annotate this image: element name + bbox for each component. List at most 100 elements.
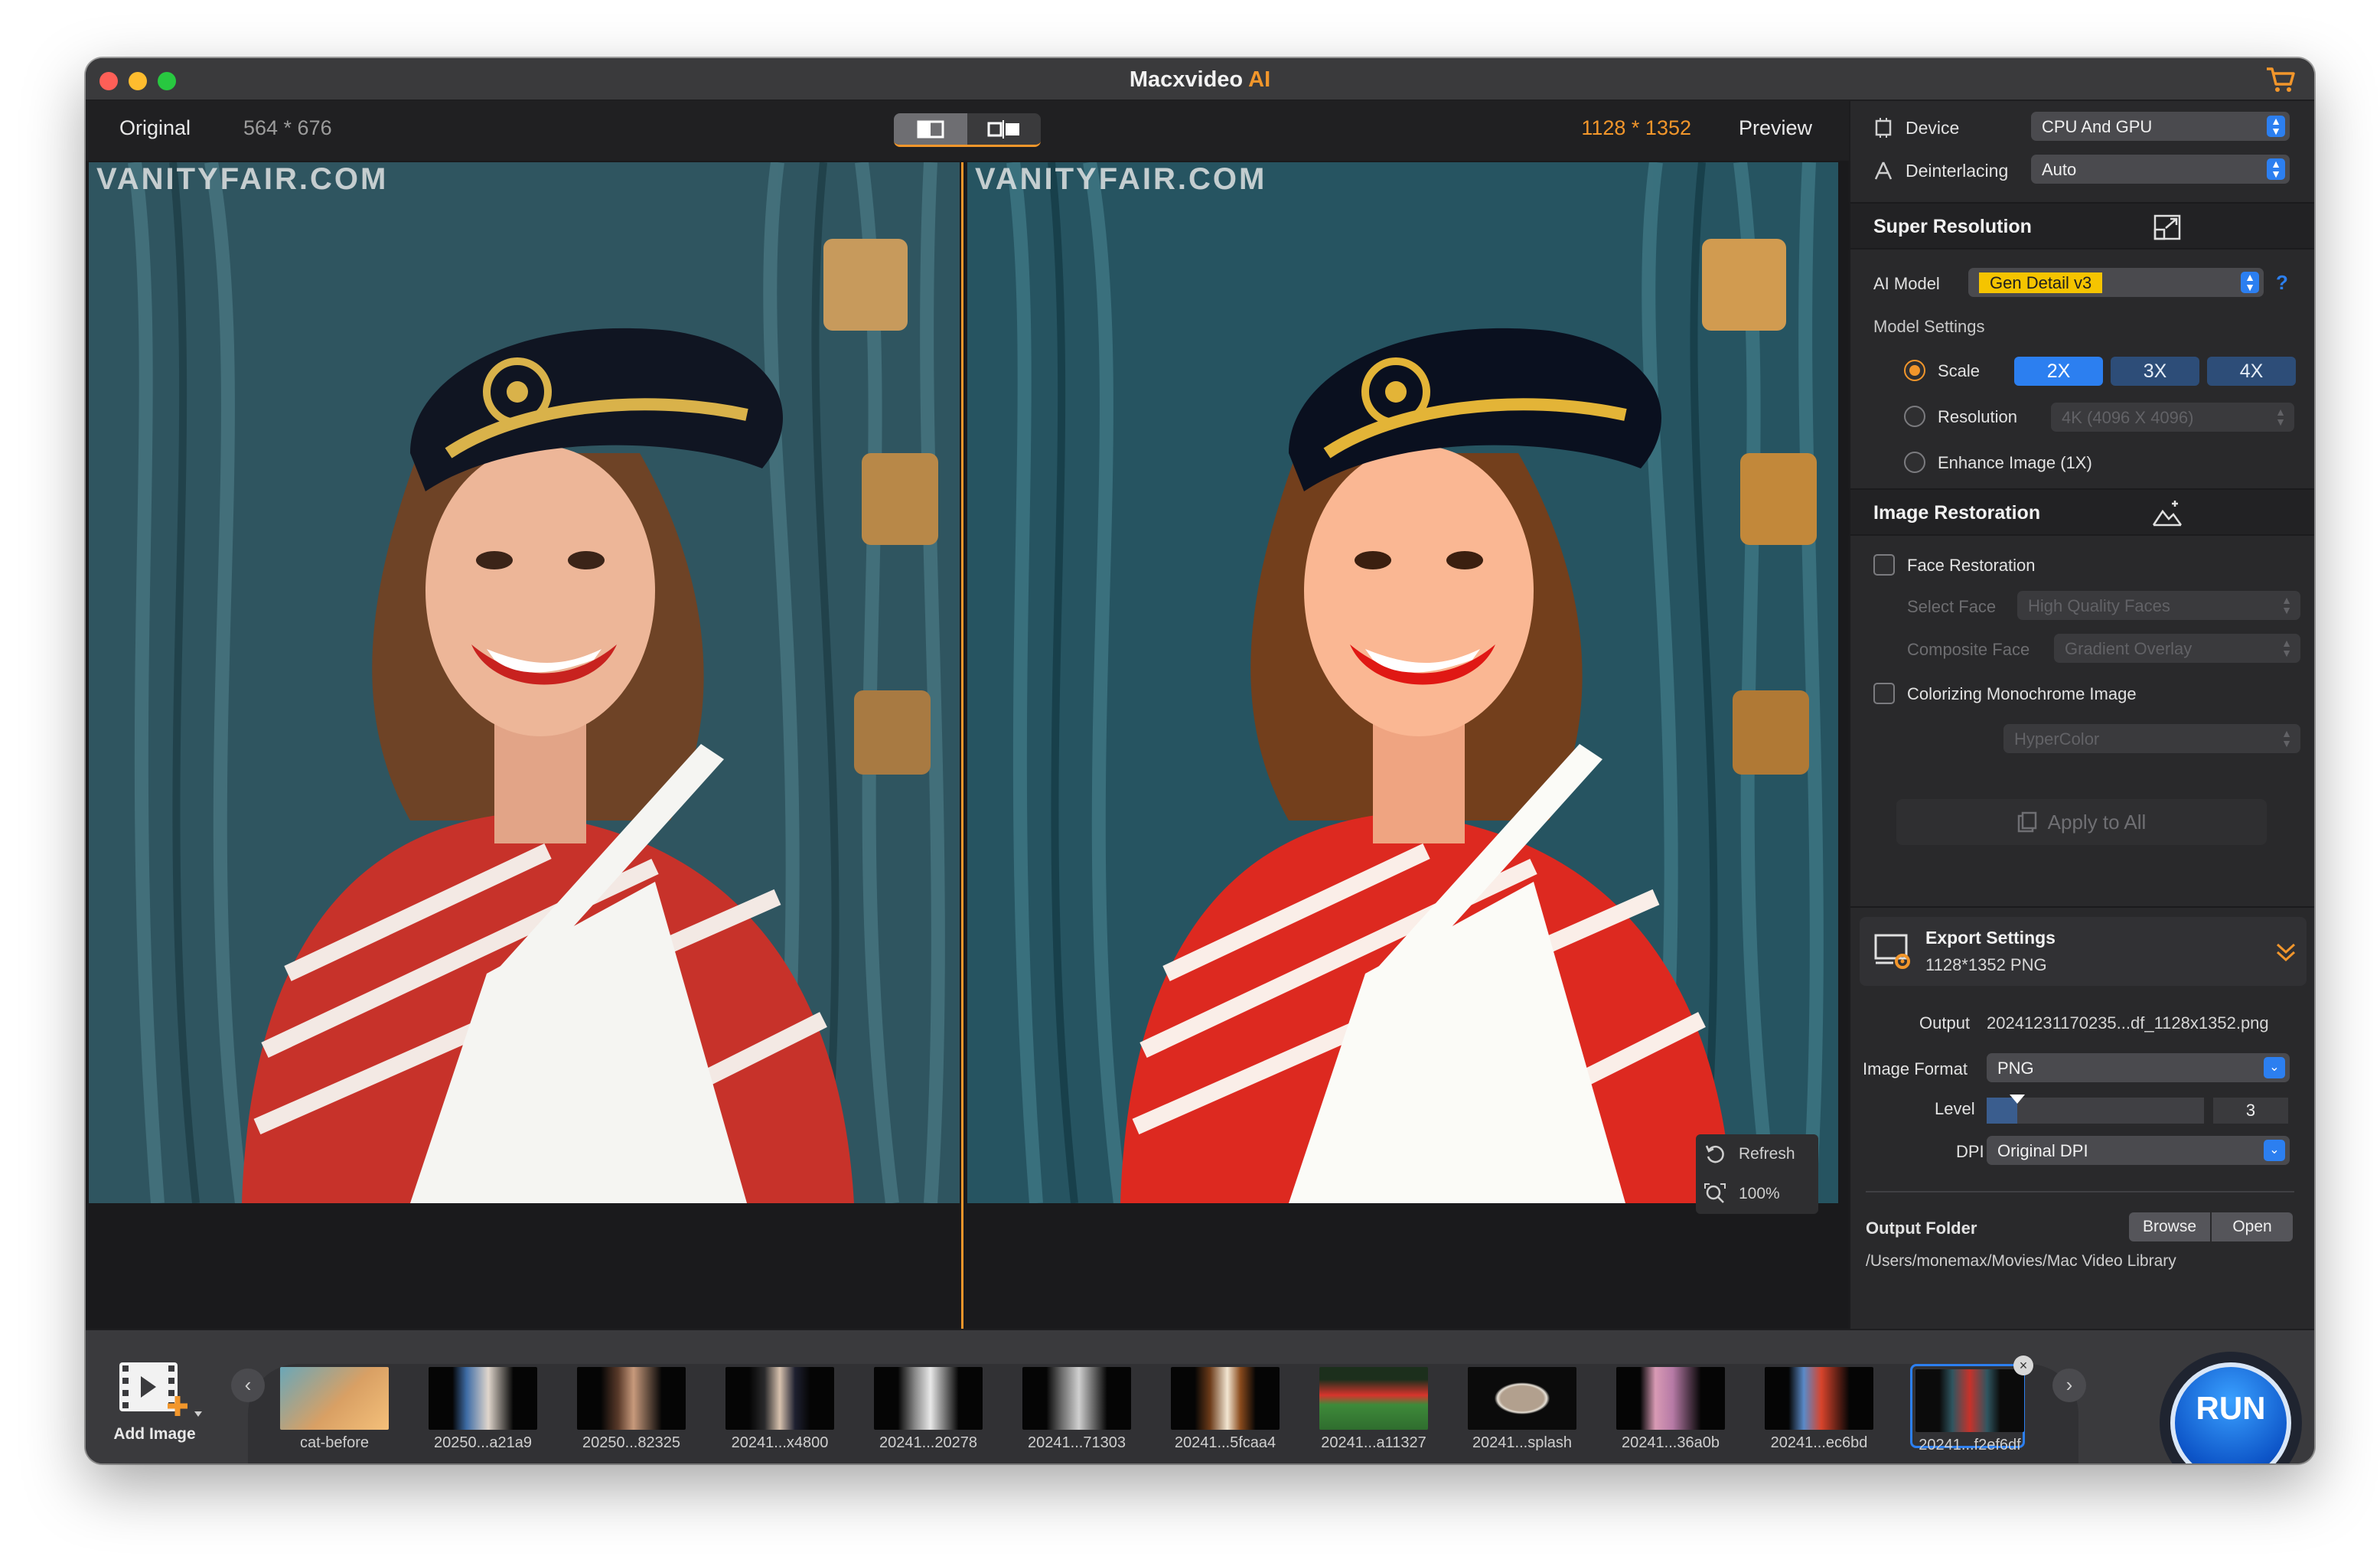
single-view-icon [917,120,944,138]
super-resolution-section: Super Resolution [1850,202,2314,250]
thumbnail-item[interactable]: 20241...5fcaa4 [1168,1364,1283,1451]
add-video-icon [119,1362,202,1417]
thumbnail-item[interactable]: 20250...82325 [574,1364,689,1451]
original-size: 564 * 676 [243,116,332,139]
filmstrip-next-button[interactable]: › [2052,1369,2086,1402]
zoom-controls: Refresh 100% [1696,1134,1818,1214]
updown-icon: ▲ ▼ [2275,406,2286,428]
deinterlacing-select[interactable]: Auto ▲ ▼ [2031,155,2290,184]
model-settings-label: Model Settings [1873,317,1985,336]
colorize-select[interactable]: HyperColor ▲ ▼ [2003,724,2300,753]
browse-button[interactable]: Browse [2129,1212,2210,1241]
deinterlacing-label: Deinterlacing [1906,161,2009,181]
app-title: Macxvideo AI [1129,67,1271,92]
composite-face-select[interactable]: Gradient Overlay ▲ ▼ [2054,634,2300,663]
remove-thumbnail-icon[interactable]: × [2013,1356,2033,1375]
viewer-header: Original 564 * 676 1128 * 1352 Preview [86,101,1849,161]
dpi-select[interactable]: Original DPI ⌄ [1987,1136,2290,1165]
thumbnail-item[interactable]: cat-before [277,1364,392,1451]
export-settings-header[interactable]: Export Settings 1128*1352 PNG [1860,917,2307,986]
colorize-checkbox[interactable] [1873,683,1895,704]
chevron-down-icon: ⌄ [2264,1057,2285,1078]
scale-radio[interactable] [1904,360,1925,381]
export-settings-icon [1874,934,1910,969]
preview-image[interactable]: VANITYFAIR.COM [967,162,1838,1203]
split-view-icon [987,119,1019,139]
image-format-label: Image Format [1863,1059,1968,1078]
original-label: Original [119,116,191,139]
updown-icon: ▲ ▼ [2281,594,2292,616]
add-image-button[interactable]: Add Image [109,1358,202,1450]
ai-model-label: AI Model [1873,274,1940,293]
dpi-label: DPI [1956,1142,1984,1161]
deinterlacing-icon [1874,161,1893,180]
resolution-select[interactable]: 4K (4096 X 4096) ▲ ▼ [2051,403,2294,432]
thumbnail-item[interactable]: 20241...36a0b [1613,1364,1728,1451]
scale-4x-button[interactable]: 4X [2207,357,2296,386]
thumbnail-item[interactable]: 20241...71303 [1019,1364,1134,1451]
enhance-radio[interactable] [1904,452,1925,473]
device-select[interactable]: CPU And GPU ▲ ▼ [2031,112,2290,141]
select-face-label: Select Face [1907,597,1997,616]
resolution-label: Resolution [1938,407,2017,426]
split-view-button[interactable] [967,113,1041,145]
colorize-label: Colorizing Monochrome Image [1907,684,2137,703]
thumbnail-item[interactable]: 20241...a11327 [1316,1364,1431,1451]
face-restoration-label: Face Restoration [1907,556,2036,575]
filmstrip: Add Image ‹ › cat-before 20250...a21a9 2… [86,1329,2314,1463]
select-face-select[interactable]: High Quality Faces ▲ ▼ [2017,591,2300,620]
filmstrip-prev-button[interactable]: ‹ [231,1369,265,1402]
compare-divider-handle[interactable] [961,162,963,1329]
updown-icon: ▲ ▼ [2267,158,2285,180]
thumbnail-item[interactable]: 20241...ec6bd [1762,1364,1876,1451]
image-viewer: Original 564 * 676 1128 * 1352 Preview V… [86,101,1849,1329]
refresh-icon [1705,1145,1724,1163]
image-restoration-section: Image Restoration [1850,488,2314,536]
output-folder-path: /Users/monemax/Movies/Mac Video Library [1866,1252,2176,1270]
ai-model-select[interactable]: Gen Detail v3 ▲ ▼ [1968,268,2264,297]
settings-panel: Device CPU And GPU ▲ ▼ Deinterlacing Auto ▲… [1849,101,2314,1329]
updown-icon: ▲ ▼ [2281,727,2292,749]
preview-size: 1128 * 1352 [1581,116,1691,139]
zoom-level-button[interactable]: 100% [1696,1174,1818,1214]
face-restoration-checkbox[interactable] [1873,554,1895,576]
device-icon [1875,118,1892,138]
thumbnail-item[interactable]: 20241...splash [1465,1364,1580,1451]
restoration-icon [2152,501,2183,527]
device-label: Device [1906,118,1960,138]
apply-to-all-button[interactable]: Apply to All [1896,799,2267,845]
scale-2x-button[interactable]: 2X [2014,357,2103,386]
output-folder-label: Output Folder [1866,1219,1977,1238]
collapse-chevron-icon[interactable] [2274,940,2297,963]
thumbnail-item[interactable]: 20250...a21a9 [425,1364,540,1451]
thumbnail-item[interactable]: 20241...20278 [871,1364,986,1451]
title-bar: Macxvideo AI [86,58,2314,101]
image-format-select[interactable]: PNG ⌄ [1987,1053,2290,1082]
refresh-button[interactable]: Refresh [1696,1134,1818,1174]
app-window: Macxvideo AI Original 564 * 676 1128 * 1… [86,58,2314,1463]
view-mode-toggle [894,113,1041,147]
open-folder-button[interactable]: Open [2212,1212,2293,1241]
single-view-button[interactable] [894,113,967,145]
help-icon[interactable]: ? [2276,271,2288,295]
output-label: Output [1919,1013,1971,1033]
upscale-icon [2153,214,2181,240]
resolution-radio[interactable] [1904,406,1925,427]
cart-icon[interactable] [2265,66,2296,93]
updown-icon: ▲ ▼ [2281,637,2292,659]
preview-label: Preview [1738,116,1812,139]
thumbnail-item[interactable]: 20241...x4800 [722,1364,837,1451]
composite-face-label: Composite Face [1907,640,2030,659]
original-image[interactable]: VANITYFAIR.COM [89,162,960,1203]
watermark: VANITYFAIR.COM [975,162,1267,196]
output-filename: 20241231170235...df_1128x1352.png [1987,1013,2269,1033]
thumbnail-item-selected[interactable]: 20241...f2ef6df × [1910,1356,2033,1453]
updown-icon: ▲ ▼ [2241,272,2259,293]
level-value-field[interactable]: 3 [2213,1098,2288,1124]
level-slider-thumb[interactable] [2009,1095,2025,1104]
level-slider[interactable] [1987,1095,2204,1124]
enhance-label: Enhance Image (1X) [1938,453,2092,472]
scale-3x-button[interactable]: 3X [2111,357,2199,386]
apply-icon [2017,811,2036,833]
chevron-down-icon: ⌄ [2264,1140,2285,1161]
